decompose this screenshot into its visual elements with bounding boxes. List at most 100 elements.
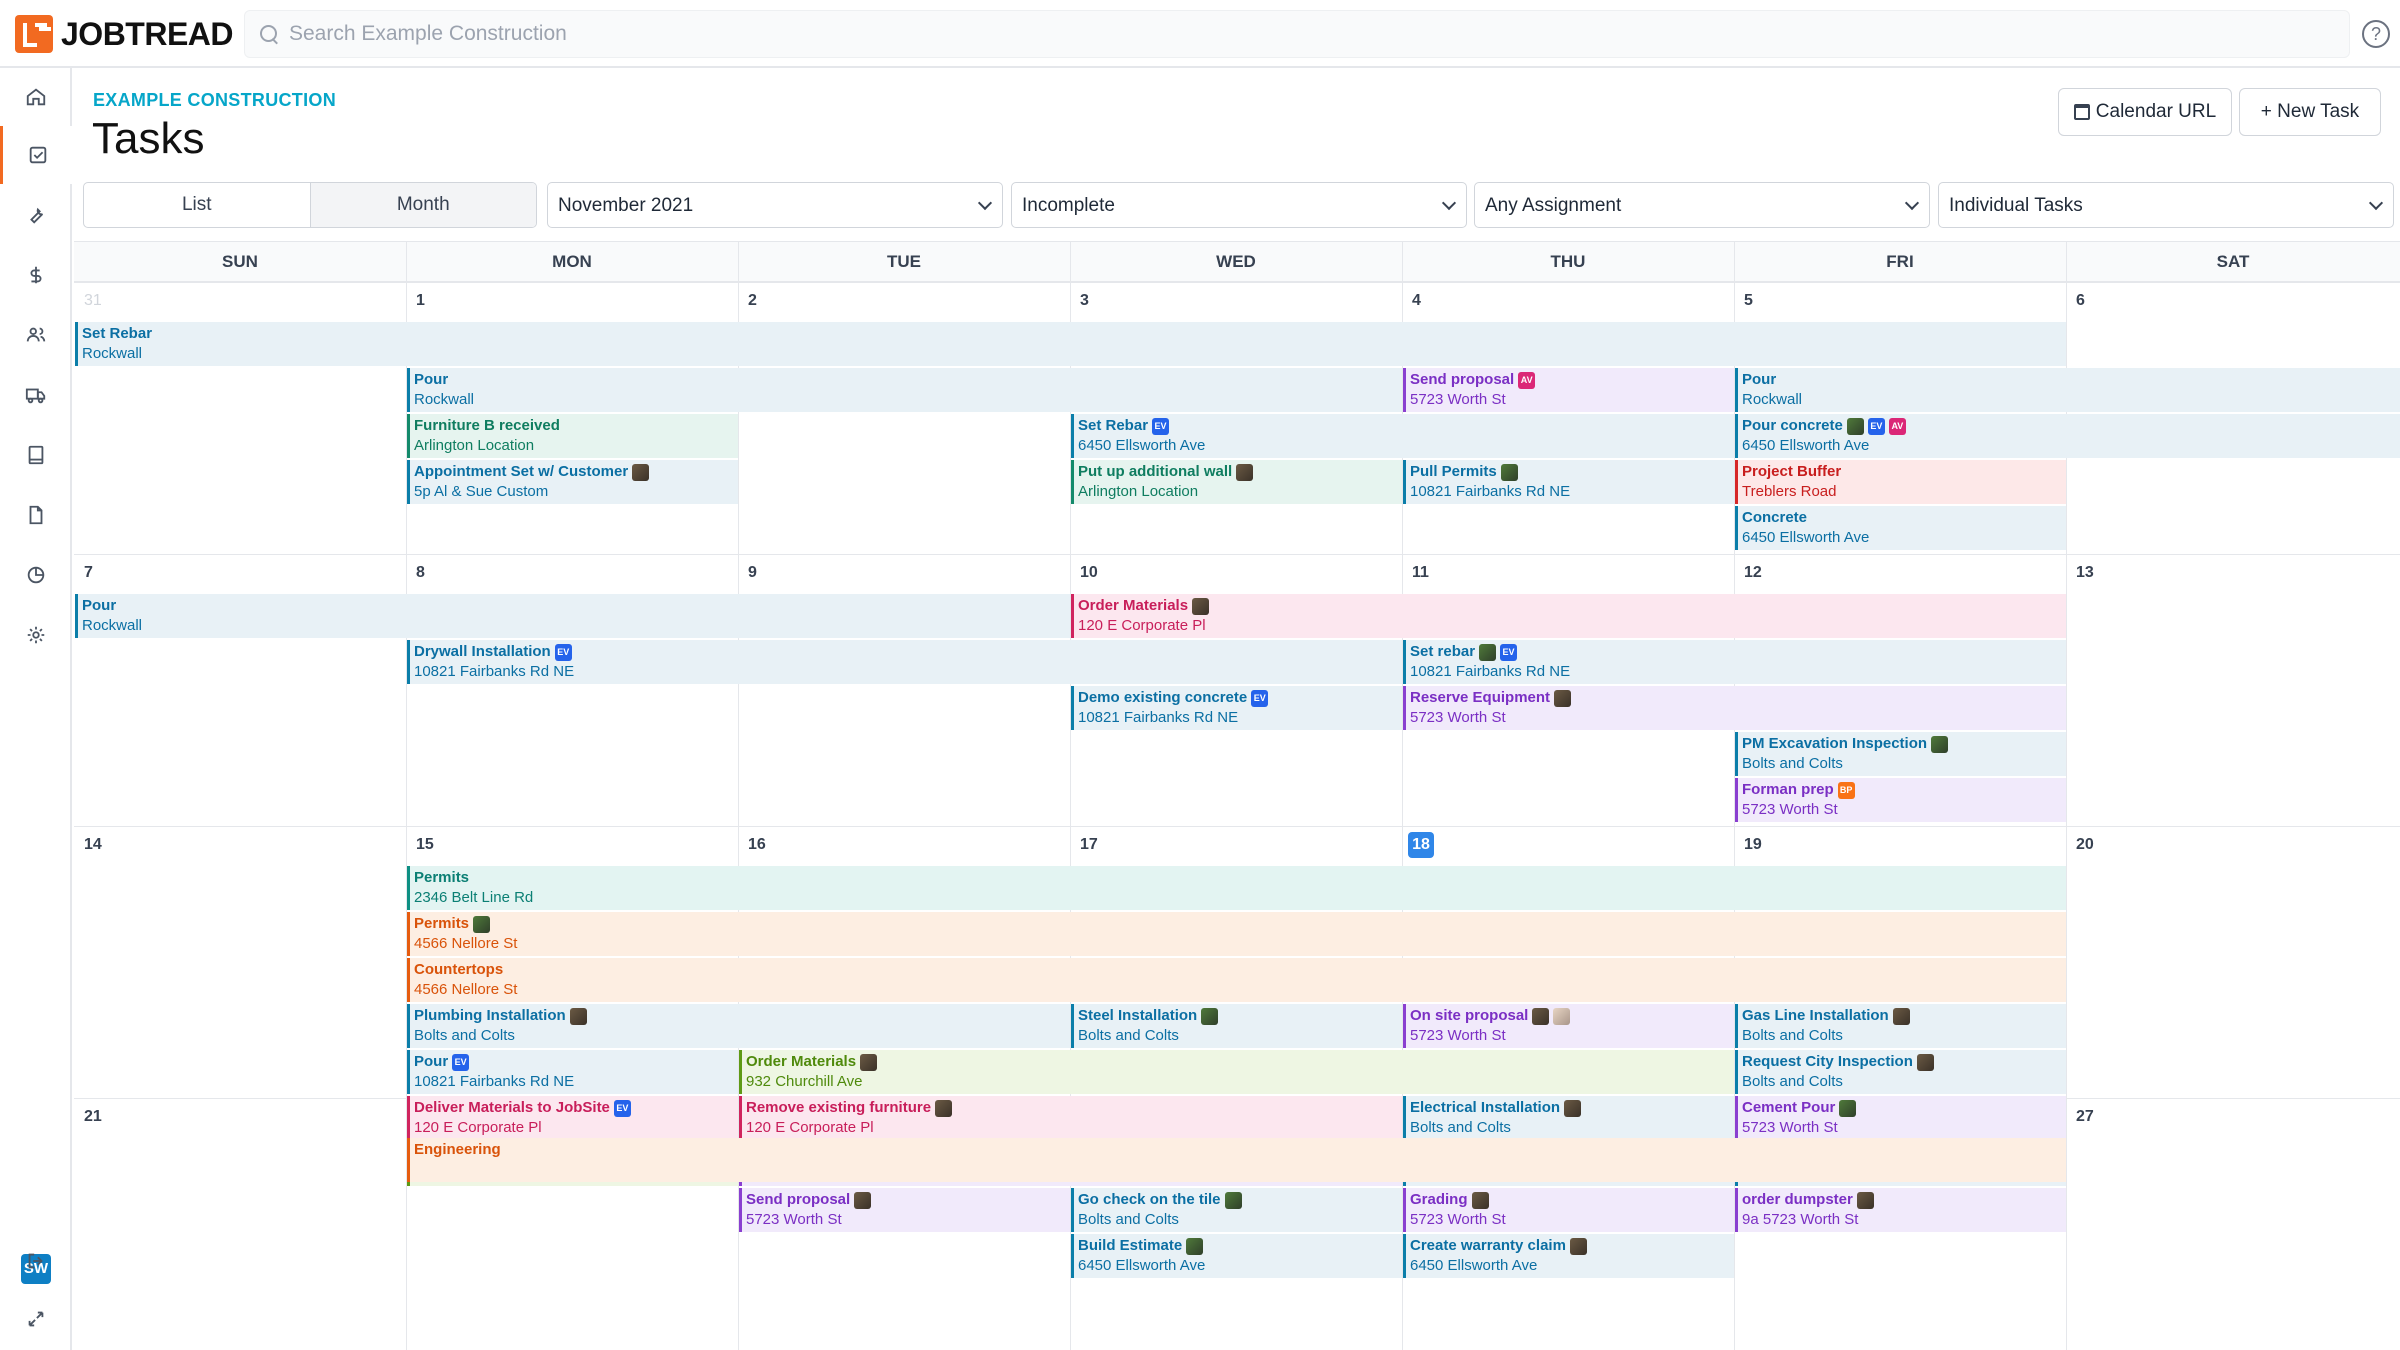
task-event[interactable]: Furniture B received Arlington Location — [407, 414, 738, 458]
day-number[interactable]: 13 — [2076, 564, 2094, 582]
task-event[interactable]: Pour EV 10821 Fairbanks Rd NE — [407, 1050, 738, 1094]
day-number[interactable]: 2 — [748, 292, 757, 310]
logout-icon[interactable] — [0, 1232, 72, 1290]
day-number[interactable]: 9 — [748, 564, 757, 582]
day-number[interactable]: 18 — [1408, 832, 1434, 858]
day-number[interactable]: 11 — [1412, 564, 1429, 582]
task-event[interactable]: Build Estimate 6450 Ellsworth Ave — [1071, 1234, 1402, 1278]
task-name: Send proposal AV — [1410, 370, 1734, 390]
day-number[interactable]: 12 — [1744, 564, 1762, 582]
calendar-url-button[interactable]: Calendar URL — [2058, 88, 2232, 136]
search-input[interactable] — [289, 22, 2089, 46]
day-number[interactable]: 14 — [84, 836, 102, 854]
day-number[interactable]: 17 — [1080, 836, 1098, 854]
organization-name[interactable]: EXAMPLE CONSTRUCTION — [93, 90, 336, 111]
task-event[interactable]: Countertops 4566 Nellore St — [407, 958, 2066, 1002]
assignment-select[interactable]: Any Assignment — [1474, 182, 1930, 228]
task-event[interactable]: Set rebar EV 10821 Fairbanks Rd NE — [1403, 640, 2066, 684]
grouping-select[interactable]: Individual Tasks — [1938, 182, 2394, 228]
task-event[interactable]: Grading 5723 Worth St — [1403, 1188, 1734, 1232]
task-location: Bolts and Colts — [414, 1027, 515, 1044]
month-select[interactable]: November 2021 — [547, 182, 1003, 228]
task-event[interactable]: Demo existing concrete EV 10821 Fairbanks … — [1071, 686, 1402, 730]
day-number[interactable]: 27 — [2076, 1108, 2094, 1126]
task-event[interactable]: Steel Installation Bolts and Colts — [1071, 1004, 1402, 1048]
clock-icon[interactable] — [0, 546, 72, 604]
new-task-button[interactable]: + New Task — [2239, 88, 2381, 136]
day-number[interactable]: 16 — [748, 836, 766, 854]
day-number[interactable]: 31 — [84, 292, 102, 310]
task-location: 5723 Worth St — [1742, 1119, 1838, 1136]
day-number[interactable]: 7 — [84, 564, 93, 582]
day-number[interactable]: 15 — [416, 836, 434, 854]
task-name: Engineering — [414, 1140, 2066, 1160]
task-name: Build Estimate — [1078, 1236, 1402, 1256]
task-event[interactable]: On site proposal 5723 Worth St — [1403, 1004, 1734, 1048]
day-number[interactable]: 19 — [1744, 836, 1762, 854]
status-select[interactable]: Incomplete — [1011, 182, 1467, 228]
task-event[interactable]: Engineering — [407, 1138, 2066, 1182]
truck-icon[interactable] — [0, 366, 72, 424]
task-location: 5723 Worth St — [1410, 709, 1506, 726]
wrench-icon[interactable] — [0, 186, 72, 244]
day-number[interactable]: 6 — [2076, 292, 2085, 310]
day-number[interactable]: 10 — [1080, 564, 1098, 582]
task-title: Grading — [1410, 1191, 1468, 1208]
task-event[interactable]: Go check on the tile Bolts and Colts — [1071, 1188, 1402, 1232]
task-event[interactable]: Pour concrete EV AV 6450 Ellsworth Ave — [1735, 414, 2400, 458]
task-event[interactable]: Forman prep BP 5723 Worth St — [1735, 778, 2066, 822]
task-event[interactable]: Gas Line Installation Bolts and Colts — [1735, 1004, 2066, 1048]
task-event[interactable]: Appointment Set w/ Customer 5p Al & Sue C… — [407, 460, 738, 504]
task-event[interactable]: Pour Rockwall — [407, 368, 1402, 412]
task-event[interactable]: Remove existing furniture 120 E Corporate… — [739, 1096, 1402, 1140]
tasks-icon[interactable] — [0, 126, 72, 184]
day-number[interactable]: 3 — [1080, 292, 1089, 310]
assignee-avatar — [1236, 463, 1254, 481]
expand-icon[interactable] — [0, 1290, 72, 1348]
dollar-icon[interactable] — [0, 246, 72, 304]
task-event[interactable]: Cement Pour 5723 Worth St — [1735, 1096, 2066, 1140]
task-event[interactable]: Create warranty claim 6450 Ellsworth Ave — [1403, 1234, 1734, 1278]
task-event[interactable]: Send proposal 5723 Worth St — [739, 1188, 1070, 1232]
task-title: Pull Permits — [1410, 463, 1497, 480]
task-event[interactable]: Put up additional wall Arlington Location — [1071, 460, 1402, 504]
task-event[interactable]: Set Rebar Rockwall — [75, 322, 2066, 366]
task-event[interactable]: Drywall Installation EV 10821 Fairbanks Rd… — [407, 640, 1402, 684]
task-event[interactable]: Deliver Materials to JobSite EV 120 E Corp… — [407, 1096, 738, 1140]
book-icon[interactable] — [0, 426, 72, 484]
task-title: Set Rebar — [82, 325, 153, 342]
task-event[interactable]: Set Rebar EV 6450 Ellsworth Ave — [1071, 414, 1734, 458]
assignee-badge: EV — [554, 643, 572, 661]
task-event[interactable]: Reserve Equipment 5723 Worth St — [1403, 686, 2066, 730]
task-event[interactable]: Permits 4566 Nellore St — [407, 912, 2066, 956]
tab-month[interactable]: Month — [309, 183, 536, 227]
task-event[interactable]: Plumbing Installation Bolts and Colts — [407, 1004, 1070, 1048]
task-event[interactable]: Pour Rockwall — [1735, 368, 2400, 412]
day-number[interactable]: 5 — [1744, 292, 1753, 310]
day-number[interactable]: 4 — [1412, 292, 1421, 310]
task-event[interactable]: Permits 2346 Belt Line Rd — [407, 866, 2066, 910]
task-event[interactable]: Send proposal AV 5723 Worth St — [1403, 368, 1734, 412]
day-number[interactable]: 21 — [84, 1108, 102, 1126]
day-number[interactable]: 20 — [2076, 836, 2094, 854]
tab-list[interactable]: List — [84, 183, 310, 227]
day-number[interactable]: 8 — [416, 564, 425, 582]
task-event[interactable]: PM Excavation Inspection Bolts and Colts — [1735, 732, 2066, 776]
search-bar[interactable] — [244, 10, 2350, 58]
help-icon[interactable]: ? — [2362, 20, 2390, 48]
day-number[interactable]: 1 — [416, 292, 425, 310]
task-event[interactable]: Project Buffer Treblers Road — [1735, 460, 2066, 504]
task-event[interactable]: Pull Permits 10821 Fairbanks Rd NE — [1403, 460, 1734, 504]
task-event[interactable]: Concrete 6450 Ellsworth Ave — [1735, 506, 2066, 550]
task-event[interactable]: Pour Rockwall — [75, 594, 1070, 638]
task-event[interactable]: Request City Inspection Bolts and Colts — [1735, 1050, 2066, 1094]
task-event[interactable]: order dumpster 9a 5723 Worth St — [1735, 1188, 2066, 1232]
task-event[interactable]: Order Materials 932 Churchill Ave — [739, 1050, 1734, 1094]
task-event[interactable]: Electrical Installation Bolts and Colts — [1403, 1096, 1734, 1140]
document-icon[interactable] — [0, 486, 72, 544]
home-icon[interactable] — [0, 68, 72, 126]
jobtread-logo[interactable]: JOBTREAD — [15, 14, 234, 54]
task-event[interactable]: Order Materials 120 E Corporate Pl — [1071, 594, 2066, 638]
people-icon[interactable] — [0, 306, 72, 364]
gear-icon[interactable] — [0, 606, 72, 664]
